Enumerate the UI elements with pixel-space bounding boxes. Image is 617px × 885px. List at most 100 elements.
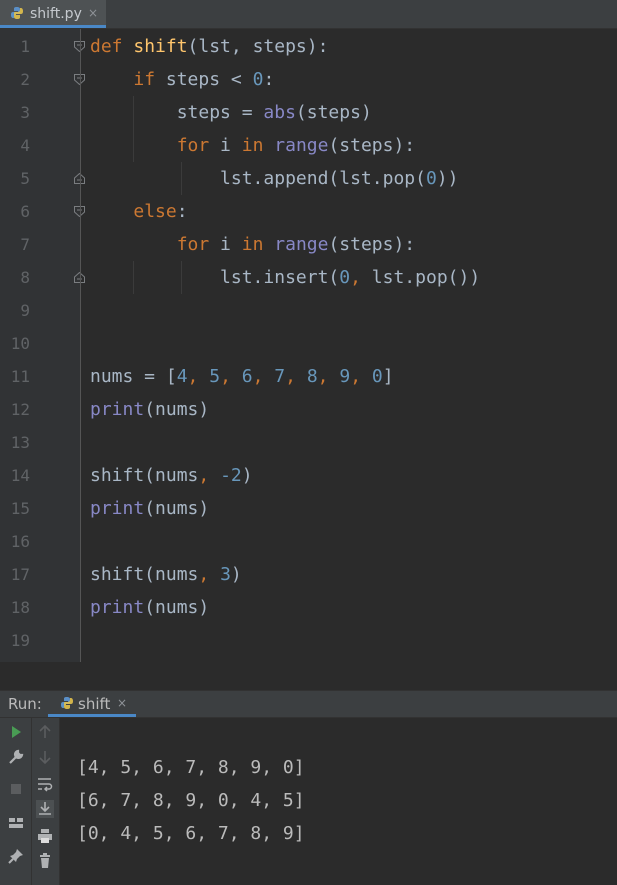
code-text: ) [241, 465, 253, 486]
code-text: (nums) [144, 498, 210, 519]
comma: , [350, 267, 372, 288]
code-line: lst.insert(0, lst.pop()) [90, 261, 480, 294]
line-number: 13 [10, 433, 30, 452]
keyword: if [133, 69, 156, 90]
code-line: shift(nums, 3) [90, 558, 242, 591]
line-number: 16 [10, 532, 30, 551]
run-label: Run: [8, 695, 42, 713]
number-literal: -2 [220, 465, 242, 486]
builtin: abs [263, 102, 296, 123]
line-number: 18 [10, 598, 30, 617]
builtin: range [274, 234, 329, 255]
number-literal: 8 [306, 366, 318, 387]
builtin: print [90, 498, 145, 519]
arrow-up-icon[interactable] [36, 723, 54, 741]
code-text: lst.pop()) [371, 267, 481, 288]
number-literal: 0 [339, 267, 351, 288]
code-line: shift(nums, -2) [90, 459, 253, 492]
code-text: lst.insert( [220, 267, 340, 288]
editor-tab-label: shift.py [30, 6, 82, 22]
line-number: 1 [20, 37, 30, 56]
print-icon[interactable] [36, 827, 54, 845]
code-text: lst.append(lst.pop( [220, 168, 426, 189]
pin-icon[interactable] [7, 847, 25, 865]
builtin: print [90, 597, 145, 618]
line-number: 17 [10, 565, 30, 584]
line-number: 6 [20, 202, 30, 221]
keyword: else [133, 201, 177, 222]
number-literal: 0 [371, 366, 383, 387]
line-number: 3 [20, 103, 30, 122]
editor-tab-shift-py[interactable]: shift.py × [0, 0, 106, 28]
number-literal: 5 [209, 366, 221, 387]
editor-tab-bar: shift.py × [0, 0, 617, 29]
line-number: 5 [20, 169, 30, 188]
run-tab-shift[interactable]: shift × [48, 691, 136, 717]
line-number: 4 [20, 136, 30, 155]
code-line: nums = [4, 5, 6, 7, 8, 9, 0] [90, 366, 394, 387]
arrow-down-icon[interactable] [36, 748, 54, 766]
run-console-output[interactable]: [4, 5, 6, 7, 8, 9, 0] [6, 7, 8, 9, 0, 4,… [60, 718, 617, 885]
trash-icon[interactable] [36, 852, 54, 870]
console-line: [6, 7, 8, 9, 0, 4, 5] [77, 790, 305, 811]
line-number: 9 [20, 301, 30, 320]
keyword: in [241, 135, 264, 156]
code-text: i [209, 135, 242, 156]
builtin: range [274, 135, 329, 156]
code-line: for i in range(steps): [90, 129, 415, 162]
number-literal: 3 [220, 564, 231, 585]
line-number: 15 [10, 499, 30, 518]
line-number-gutter: 1 2 3 4 5 6 7 8 9 10 11 12 13 14 15 16 1… [0, 29, 85, 662]
code-text: shift(nums [90, 465, 199, 486]
code-text: (nums) [144, 399, 210, 420]
console-line: [4, 5, 6, 7, 8, 9, 0] [77, 757, 305, 778]
code-line: print(nums) [90, 393, 209, 426]
code-line: print(nums) [90, 591, 209, 624]
line-number: 10 [10, 334, 30, 353]
code-text: (steps): [328, 135, 416, 156]
number-literal: 6 [241, 366, 253, 387]
code-editor[interactable]: 1 2 3 4 5 6 7 8 9 10 11 12 13 14 15 16 1… [0, 29, 617, 662]
number-literal: 9 [339, 366, 351, 387]
number-literal: 0 [252, 69, 264, 90]
keyword: in [241, 234, 264, 255]
number-literal: 0 [425, 168, 437, 189]
line-number: 14 [10, 466, 30, 485]
python-file-icon [11, 7, 23, 19]
keyword: for [176, 135, 210, 156]
code-text: ] [382, 366, 394, 387]
rerun-icon[interactable] [7, 723, 25, 741]
soft-wrap-icon[interactable] [36, 775, 54, 793]
code-text: steps = [176, 102, 264, 123]
code-line: if steps < 0: [90, 63, 274, 96]
layout-icon[interactable] [7, 814, 25, 832]
scroll-to-end-icon[interactable] [36, 800, 54, 818]
console-line: [0, 4, 5, 6, 7, 8, 9] [77, 823, 305, 844]
line-number: 8 [20, 268, 30, 287]
python-run-icon [61, 697, 73, 709]
comma: , [198, 564, 221, 585]
close-run-tab-icon[interactable]: × [117, 696, 127, 710]
code-line: print(nums) [90, 492, 209, 525]
line-number: 7 [20, 235, 30, 254]
line-number: 19 [10, 631, 30, 650]
run-tab-label: shift [78, 695, 111, 713]
code-text: (lst, steps): [187, 36, 329, 57]
code-text: nums = [ [90, 366, 177, 387]
code-line: def shift(lst, steps): [90, 30, 328, 63]
close-tab-icon[interactable]: × [88, 6, 98, 20]
keyword: for [176, 234, 210, 255]
code-text: )) [436, 168, 459, 189]
code-text: ) [230, 564, 242, 585]
comma: , [198, 465, 221, 486]
run-toolbar-primary [0, 718, 32, 885]
stop-icon[interactable] [7, 780, 25, 798]
code-line: for i in range(steps): [90, 228, 415, 261]
line-number: 2 [20, 70, 30, 89]
code-text: shift(nums [90, 564, 199, 585]
number-literal: 4 [176, 366, 188, 387]
code-text: (steps) [295, 102, 372, 123]
code-text: : [176, 201, 188, 222]
wrench-icon[interactable] [7, 748, 25, 766]
